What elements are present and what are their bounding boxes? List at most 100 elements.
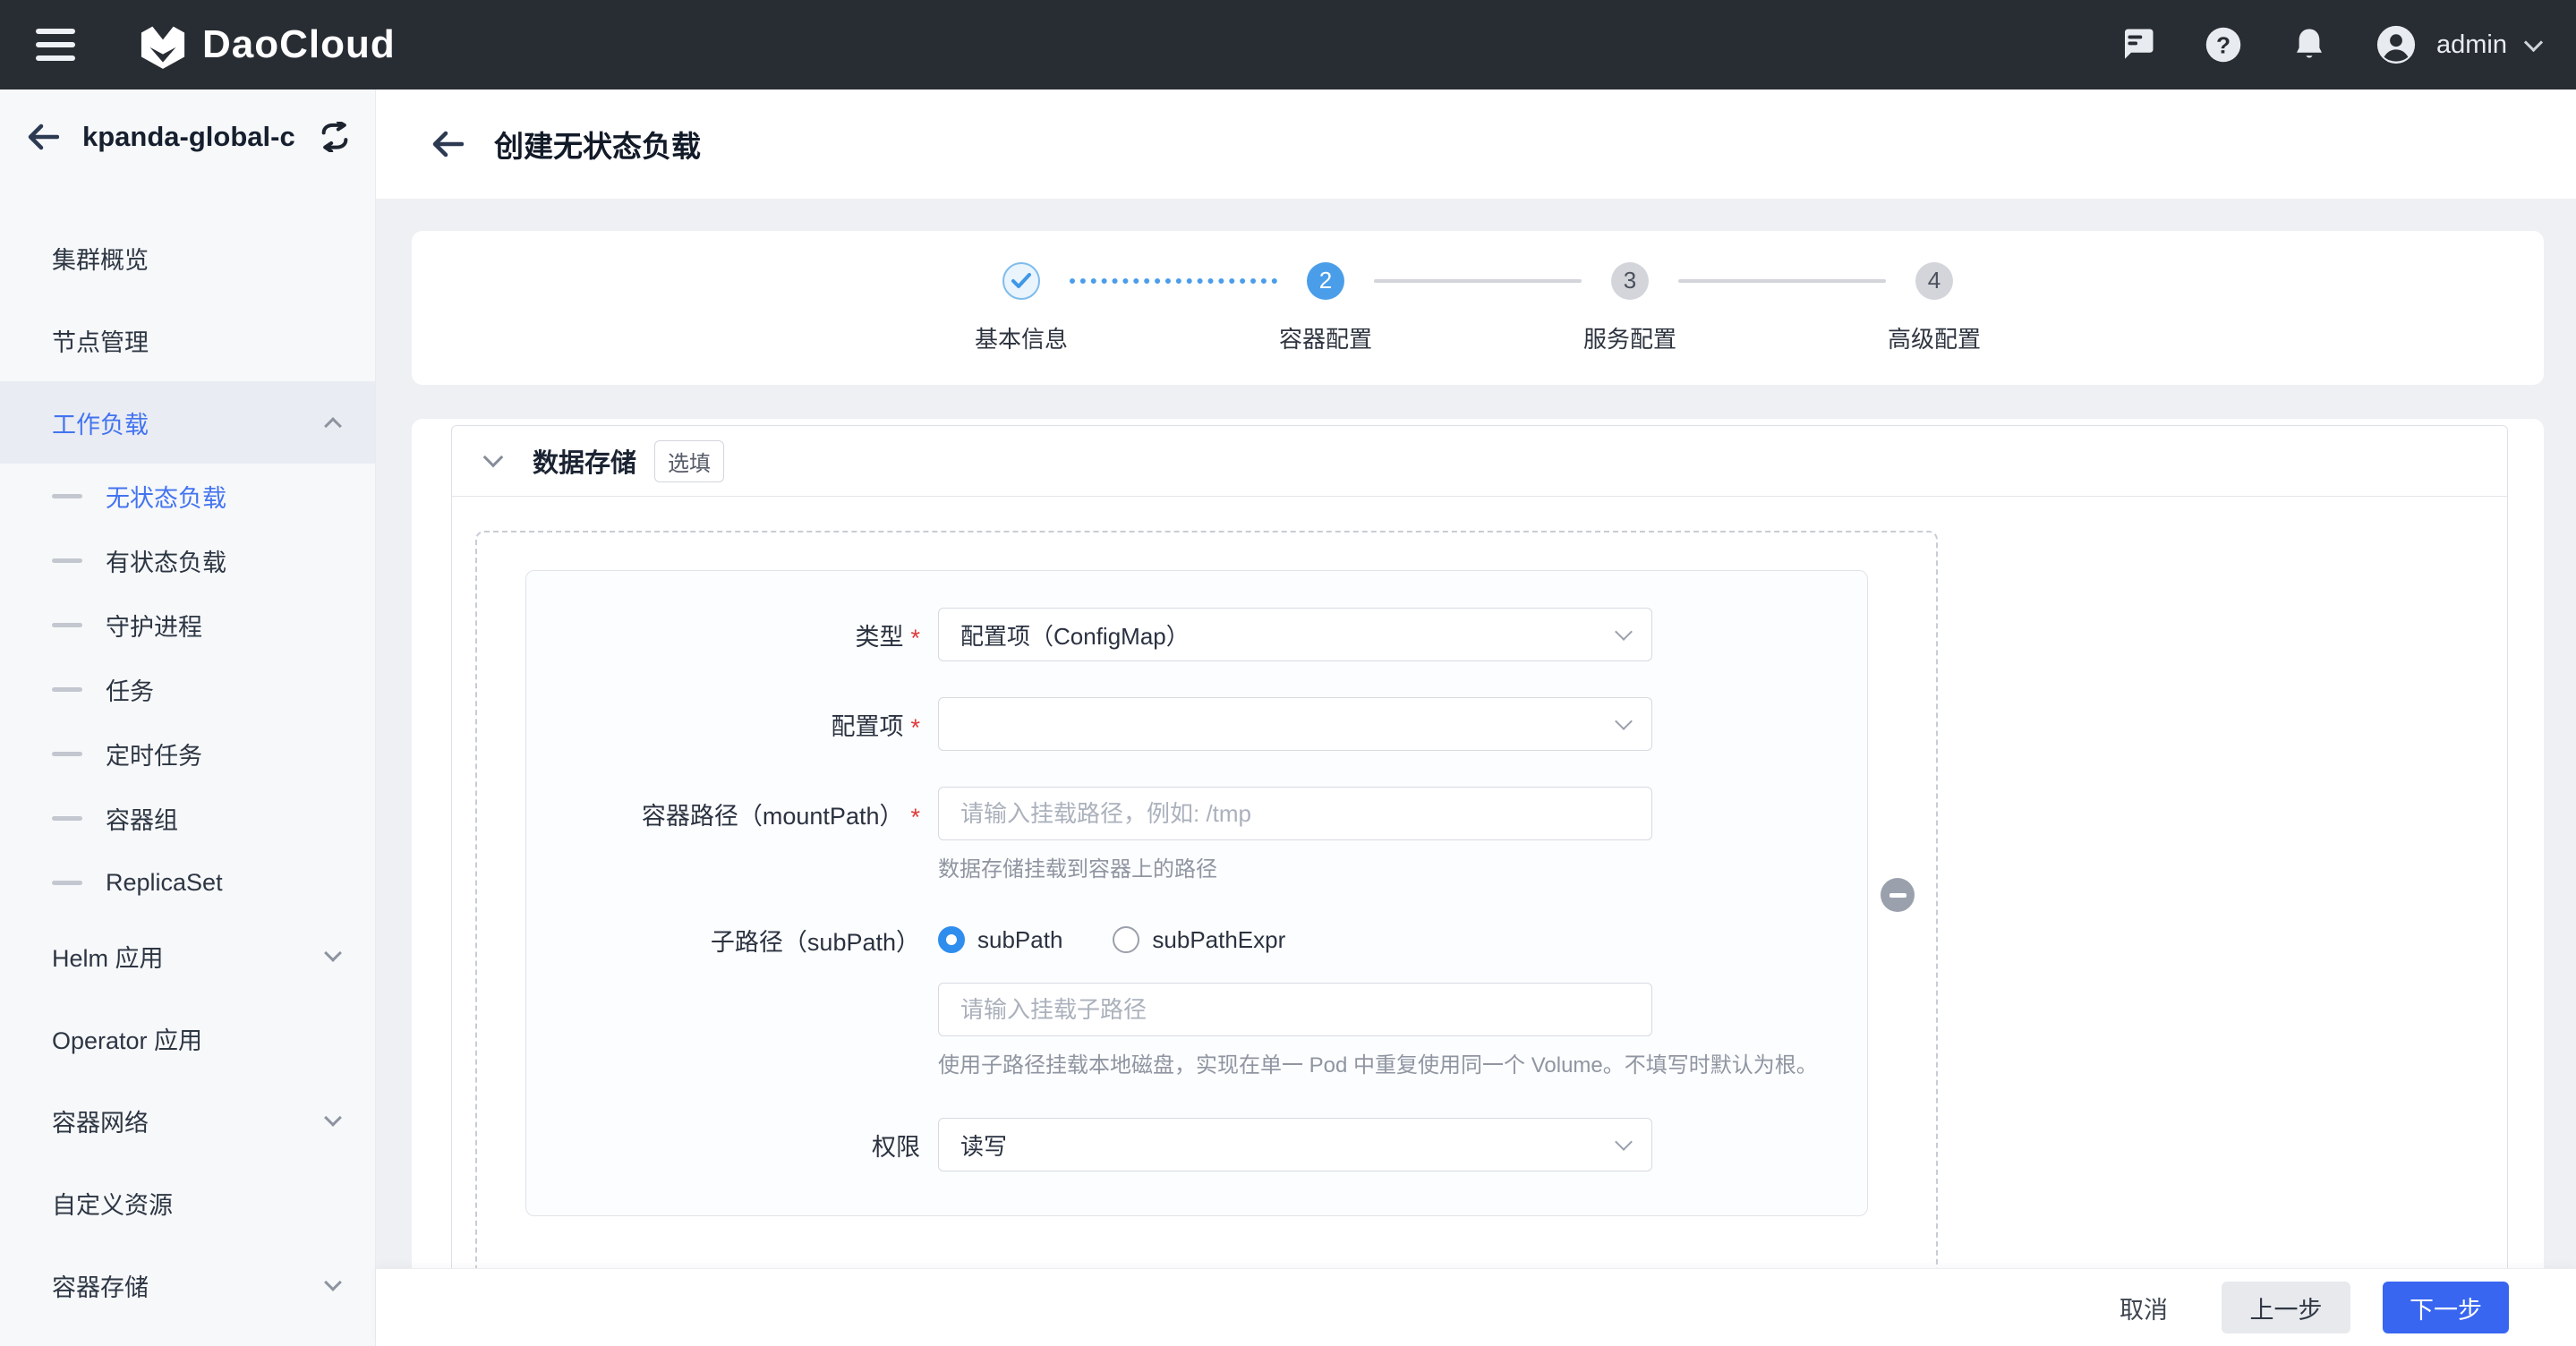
radio-unselected-icon[interactable] (1113, 926, 1139, 953)
step-current-circle: 2 (1307, 262, 1344, 300)
configmap-select[interactable] (938, 697, 1652, 751)
next-step-button[interactable]: 下一步 (2383, 1282, 2509, 1333)
sidebar-item-container-storage[interactable]: 容器存储 (0, 1244, 375, 1326)
radio-subpath[interactable]: subPath (938, 926, 1062, 954)
sidebar: kpanda-global-cl... 集群概览 节点管理 工作负载 无状态负载… (0, 89, 376, 1346)
back-arrow-icon[interactable] (27, 124, 59, 150)
bell-icon[interactable] (2290, 25, 2329, 64)
step-service-config[interactable]: 3 服务配置 (1582, 262, 1678, 354)
dash-icon (52, 494, 82, 498)
cancel-button[interactable]: 取消 (2098, 1282, 2189, 1333)
sidebar-item-label: 容器组 (106, 801, 339, 836)
sidebar-item-jobs[interactable]: 任务 (0, 657, 375, 721)
sidebar-item-cronjobs[interactable]: 定时任务 (0, 721, 375, 786)
dash-icon (52, 881, 82, 885)
sidebar-item-label: 定时任务 (106, 737, 339, 771)
step-label: 基本信息 (975, 321, 1068, 354)
radio-label: subPathExpr (1152, 926, 1285, 954)
wizard-footer: 取消 上一步 下一步 (376, 1268, 2576, 1346)
remove-volume-button[interactable] (1881, 878, 1915, 912)
sidebar-menu: 集群概览 节点管理 工作负载 无状态负载 有状态负载 守护进程 任务 定时任务 … (0, 184, 375, 1326)
back-arrow-icon[interactable] (431, 131, 464, 158)
select-value: 配置项（ConfigMap） (960, 618, 1617, 652)
sub-path-input[interactable] (938, 983, 1652, 1036)
brand-name: DaoCloud (202, 22, 396, 67)
sidebar-item-workloads[interactable]: 工作负载 (0, 381, 375, 464)
hamburger-menu-icon[interactable] (36, 29, 75, 61)
step-basic-info[interactable]: 基本信息 (973, 262, 1070, 354)
sidebar-item-label: 无状态负载 (106, 479, 339, 514)
mount-path-input[interactable] (938, 787, 1652, 840)
sidebar-item-daemonsets[interactable]: 守护进程 (0, 592, 375, 657)
sidebar-item-statefulsets[interactable]: 有状态负载 (0, 528, 375, 592)
step-label: 高级配置 (1888, 321, 1981, 354)
daocloud-cube-icon (138, 20, 188, 70)
dash-icon (52, 623, 82, 627)
radio-label: subPath (977, 926, 1062, 954)
top-navbar: DaoCloud ? admin (0, 0, 2576, 89)
check-icon (1011, 273, 1031, 289)
user-menu[interactable]: admin (2376, 24, 2540, 65)
section-chevron-down-icon[interactable] (483, 447, 504, 468)
sidebar-item-label: 自定义资源 (52, 1186, 339, 1221)
sidebar-item-node-management[interactable]: 节点管理 (0, 299, 375, 381)
step-pending-circle: 3 (1611, 262, 1649, 300)
help-icon[interactable]: ? (2204, 25, 2243, 64)
select-value: 读写 (960, 1129, 1617, 1162)
chevron-down-icon (324, 944, 342, 962)
chevron-down-icon (324, 1109, 342, 1127)
sidebar-item-label: ReplicaSet (106, 869, 339, 897)
step-connector (1678, 279, 1886, 283)
chevron-down-icon (2524, 32, 2543, 51)
sidebar-item-cluster-overview[interactable]: 集群概览 (0, 217, 375, 299)
field-row-permission: 权限 读写 (526, 1118, 1867, 1171)
sidebar-item-label: 守护进程 (106, 608, 339, 643)
chevron-down-icon (1615, 1133, 1633, 1151)
field-row-type: 类型 * 配置项（ConfigMap） (526, 608, 1867, 661)
radio-selected-icon[interactable] (938, 926, 965, 953)
sidebar-item-operator-apps[interactable]: Operator 应用 (0, 997, 375, 1079)
sidebar-item-deployments[interactable]: 无状态负载 (0, 464, 375, 528)
avatar-icon (2376, 24, 2417, 65)
step-container-config[interactable]: 2 容器配置 (1277, 262, 1374, 354)
daocloud-logo[interactable]: DaoCloud (138, 20, 396, 70)
chevron-down-icon (1615, 623, 1633, 641)
required-asterisk: * (910, 625, 920, 652)
username: admin (2436, 30, 2507, 60)
field-row-sub-path: 子路径（subPath） subPath (526, 913, 1867, 1078)
field-label: 权限 (872, 1128, 920, 1163)
dash-icon (52, 752, 82, 756)
step-advanced-config[interactable]: 4 高级配置 (1886, 262, 1983, 354)
sidebar-item-replicasets[interactable]: ReplicaSet (0, 850, 375, 915)
stepper: 基本信息 2 容器配置 3 服务配置 4 高级配置 (973, 262, 1983, 354)
permission-select[interactable]: 读写 (938, 1118, 1652, 1171)
sidebar-item-helm-apps[interactable]: Helm 应用 (0, 915, 375, 997)
dash-icon (52, 816, 82, 821)
stepper-card: 基本信息 2 容器配置 3 服务配置 4 高级配置 (412, 231, 2544, 385)
step-connector (1070, 278, 1277, 284)
field-row-mount-path: 容器路径（mountPath）* 数据存储挂载到容器上的路径 (526, 787, 1867, 882)
section-header[interactable]: 数据存储 选填 (452, 426, 2507, 497)
sidebar-item-container-network[interactable]: 容器网络 (0, 1079, 375, 1162)
field-label: 类型 (855, 618, 903, 652)
sidebar-item-label: 任务 (106, 672, 339, 707)
chevron-down-icon (1615, 712, 1633, 730)
previous-step-button[interactable]: 上一步 (2222, 1282, 2350, 1333)
step-label: 服务配置 (1583, 321, 1676, 354)
minus-icon (1889, 893, 1906, 898)
sidebar-item-label: 节点管理 (52, 323, 339, 358)
sidebar-item-label: 容器网络 (52, 1103, 327, 1138)
sidebar-item-pods[interactable]: 容器组 (0, 786, 375, 850)
chevron-up-icon (324, 417, 342, 435)
required-asterisk: * (910, 714, 920, 742)
mount-path-help-text: 数据存储挂载到容器上的路径 (938, 851, 1652, 882)
sidebar-item-label: Helm 应用 (52, 939, 327, 974)
type-select[interactable]: 配置项（ConfigMap） (938, 608, 1652, 661)
cluster-switch-icon[interactable] (318, 122, 352, 152)
sidebar-item-custom-resources[interactable]: 自定义资源 (0, 1162, 375, 1244)
sidebar-item-label: 有状态负载 (106, 543, 339, 578)
chat-icon[interactable] (2118, 25, 2157, 64)
dash-icon (52, 558, 82, 563)
radio-subpathexpr[interactable]: subPathExpr (1113, 926, 1285, 954)
volume-item-group: 类型* 配置项（ConfigMap） 配置项* (475, 531, 1938, 1268)
